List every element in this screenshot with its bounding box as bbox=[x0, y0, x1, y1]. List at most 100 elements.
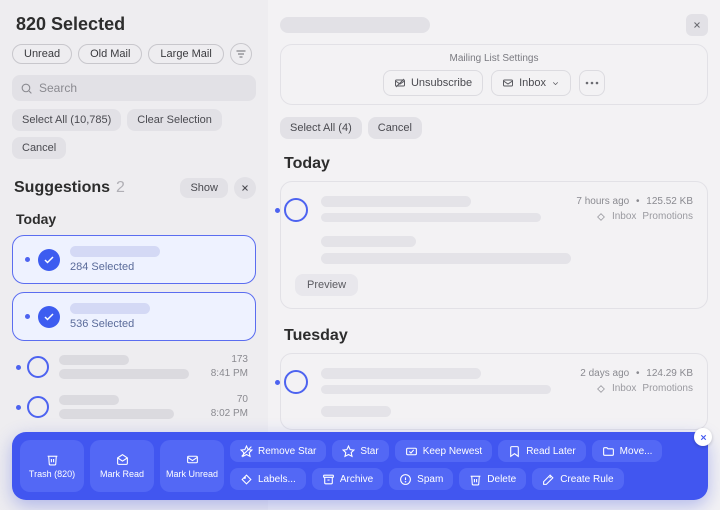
select-ring-icon[interactable] bbox=[27, 356, 49, 378]
select-ring-icon[interactable] bbox=[27, 396, 49, 418]
main-select-all-button[interactable]: Select All (4) bbox=[280, 117, 362, 139]
create-rule-button[interactable]: Create Rule bbox=[532, 468, 623, 490]
archive-button[interactable]: Archive bbox=[312, 468, 383, 490]
folder-icon bbox=[602, 445, 615, 458]
message-card[interactable]: 7 hours ago • 125.52 KB Inbox Promotions… bbox=[280, 181, 708, 309]
close-panel-button[interactable] bbox=[686, 14, 708, 36]
star-off-icon bbox=[240, 445, 253, 458]
remove-star-button[interactable]: Remove Star bbox=[230, 440, 326, 462]
search-input[interactable]: Search bbox=[12, 75, 256, 101]
mail-open-icon bbox=[116, 453, 129, 466]
read-later-button[interactable]: Read Later bbox=[498, 440, 585, 462]
message-size: 125.52 KB bbox=[646, 196, 693, 207]
spam-button[interactable]: Spam bbox=[389, 468, 453, 490]
sender-title-placeholder bbox=[280, 17, 430, 33]
inbox-dropdown[interactable]: Inbox bbox=[491, 70, 571, 96]
action-label: Trash (820) bbox=[29, 469, 75, 479]
more-menu-button[interactable] bbox=[579, 70, 605, 96]
chip-old-mail[interactable]: Old Mail bbox=[78, 44, 142, 64]
subject-placeholder bbox=[59, 369, 189, 379]
star-button[interactable]: Star bbox=[332, 440, 388, 462]
section-today: Today bbox=[284, 155, 708, 173]
keep-newest-button[interactable]: Keep Newest bbox=[395, 440, 492, 462]
labels--button[interactable]: Labels... bbox=[230, 468, 306, 490]
unread-dot bbox=[25, 257, 30, 262]
section-tuesday: Tuesday bbox=[284, 327, 708, 345]
message-card[interactable]: 2 days ago • 124.29 KB Inbox Promotions bbox=[280, 353, 708, 430]
action-label: Create Rule bbox=[560, 474, 613, 485]
message-tag: Promotions bbox=[642, 211, 693, 222]
action-label: Star bbox=[360, 446, 378, 457]
action-label: Read Later bbox=[526, 446, 575, 457]
action-label: Keep Newest bbox=[423, 446, 482, 457]
line-placeholder bbox=[321, 253, 571, 264]
cancel-button[interactable]: Cancel bbox=[12, 137, 66, 159]
row-count: 173 bbox=[211, 353, 248, 367]
check-icon[interactable] bbox=[38, 249, 60, 271]
day-heading-today: Today bbox=[16, 211, 256, 227]
star-icon bbox=[342, 445, 355, 458]
message-tag: Inbox bbox=[612, 211, 636, 222]
unread-dot bbox=[16, 405, 21, 410]
tag-icon bbox=[240, 473, 253, 486]
clear-selection-button[interactable]: Clear Selection bbox=[127, 109, 222, 131]
wand-icon bbox=[542, 473, 555, 486]
main-cancel-button[interactable]: Cancel bbox=[368, 117, 422, 139]
mark-unread-button[interactable]: Mark Unread bbox=[160, 440, 224, 492]
list-item[interactable]: 173 8:41 PM bbox=[12, 349, 256, 385]
move--button[interactable]: Move... bbox=[592, 440, 663, 462]
sender-placeholder bbox=[59, 355, 129, 365]
tag-icon bbox=[596, 384, 606, 394]
mark-read-button[interactable]: Mark Read bbox=[90, 440, 154, 492]
trash-icon bbox=[46, 453, 59, 466]
message-age: 7 hours ago bbox=[576, 196, 629, 207]
chevron-down-icon bbox=[551, 79, 560, 88]
selected-group-card[interactable]: 536 Selected bbox=[12, 292, 256, 341]
mailing-list-title: Mailing List Settings bbox=[291, 53, 697, 64]
mail-check-icon bbox=[405, 445, 418, 458]
preview-placeholder bbox=[321, 385, 551, 394]
row-time: 8:41 PM bbox=[211, 367, 248, 381]
sender-placeholder bbox=[70, 303, 150, 314]
suggestions-show-button[interactable]: Show bbox=[180, 178, 228, 198]
preview-button[interactable]: Preview bbox=[295, 274, 358, 296]
trash-820--button[interactable]: Trash (820) bbox=[20, 440, 84, 492]
archive-icon bbox=[322, 473, 335, 486]
action-label: Remove Star bbox=[258, 446, 316, 457]
message-tag: Promotions bbox=[642, 383, 693, 394]
subject-placeholder bbox=[59, 409, 174, 419]
filter-settings-icon[interactable] bbox=[230, 43, 252, 65]
list-item[interactable]: 70 8:02 PM bbox=[12, 389, 256, 425]
chip-large-mail[interactable]: Large Mail bbox=[148, 44, 223, 64]
row-count: 70 bbox=[211, 393, 248, 407]
trash-icon bbox=[469, 473, 482, 486]
line-placeholder bbox=[321, 406, 391, 417]
unsubscribe-button[interactable]: Unsubscribe bbox=[383, 70, 483, 96]
message-age: 2 days ago bbox=[580, 368, 629, 379]
unread-dot bbox=[16, 365, 21, 370]
row-time: 8:02 PM bbox=[211, 407, 248, 421]
suggestions-count: 2 bbox=[116, 179, 125, 197]
bulk-action-bar: Trash (820) Mark ReadMark Unread Remove S… bbox=[12, 432, 708, 500]
sender-placeholder bbox=[70, 246, 160, 257]
filter-chips: Unread Old Mail Large Mail bbox=[12, 43, 256, 65]
subject-placeholder bbox=[321, 196, 471, 207]
delete-button[interactable]: Delete bbox=[459, 468, 526, 490]
action-label: Labels... bbox=[258, 474, 296, 485]
tag-icon bbox=[596, 212, 606, 222]
chip-unread[interactable]: Unread bbox=[12, 44, 72, 64]
mail-icon bbox=[186, 453, 199, 466]
card-selected-count: 536 Selected bbox=[70, 318, 243, 330]
unsubscribe-label: Unsubscribe bbox=[411, 77, 472, 89]
actionbar-close-button[interactable] bbox=[694, 428, 712, 446]
select-all-button[interactable]: Select All (10,785) bbox=[12, 109, 121, 131]
action-label: Spam bbox=[417, 474, 443, 485]
select-indicator[interactable] bbox=[275, 370, 308, 394]
select-indicator[interactable] bbox=[275, 198, 308, 222]
action-label: Delete bbox=[487, 474, 516, 485]
suggestions-close-button[interactable] bbox=[234, 177, 256, 199]
selected-group-card[interactable]: 284 Selected bbox=[12, 235, 256, 284]
mailing-list-panel: Mailing List Settings Unsubscribe Inbox bbox=[280, 44, 708, 105]
check-icon[interactable] bbox=[38, 306, 60, 328]
action-label: Archive bbox=[340, 474, 373, 485]
